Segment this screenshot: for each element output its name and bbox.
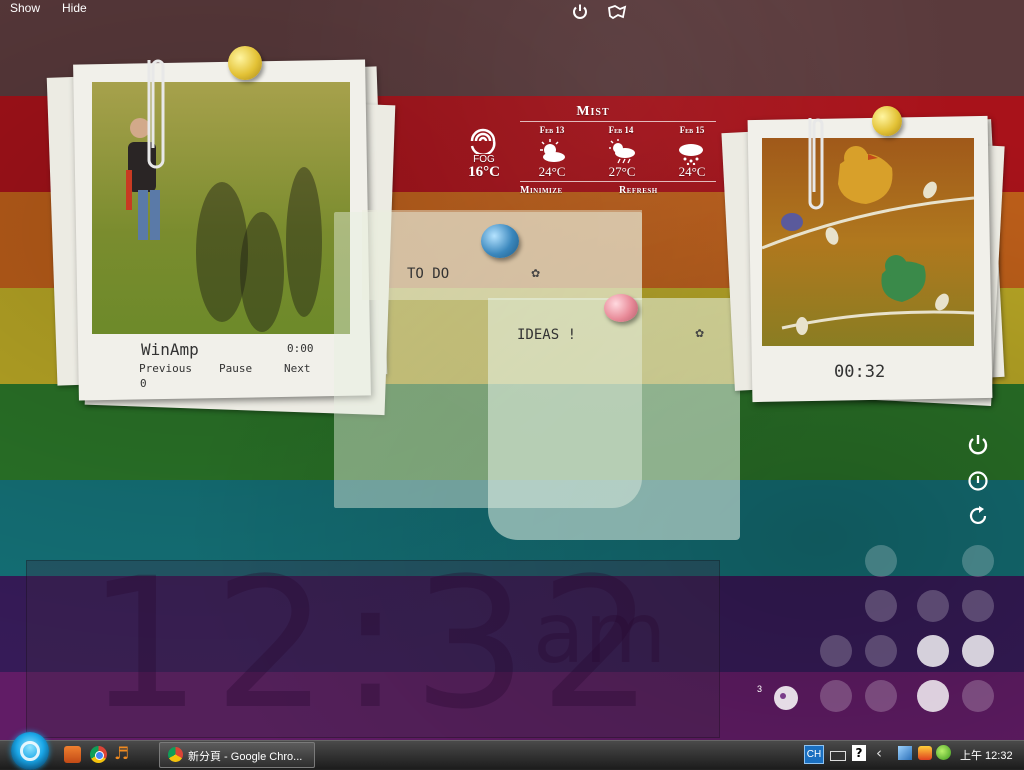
pushpin-icon [228, 46, 262, 80]
forecast-date: Feb 13 [539, 125, 565, 135]
refresh-button[interactable]: Refresh [619, 185, 658, 196]
network-icon[interactable] [898, 746, 912, 760]
winamp-title: WinAmp [141, 340, 199, 359]
next-button[interactable]: Next [284, 362, 311, 375]
chrome-center [95, 751, 104, 760]
weather-location: Mist [576, 104, 610, 119]
forecast-temp: 27°C [608, 164, 636, 179]
launcher-dot[interactable] [962, 635, 994, 667]
pushpin-icon [481, 224, 519, 258]
bird-image [762, 138, 974, 346]
previous-button[interactable]: Previous [139, 362, 192, 375]
partly-sunny-icon [537, 139, 567, 167]
tray-expand-icon[interactable]: ‹ [876, 744, 882, 762]
paperclip-icon [143, 52, 169, 174]
launcher-dot[interactable] [962, 680, 994, 712]
pause-button[interactable]: Pause [219, 362, 252, 375]
weather-divider [520, 181, 716, 182]
messenger-icon[interactable] [936, 745, 951, 760]
todo-title: TO DO [407, 266, 450, 282]
photo-image [92, 82, 350, 334]
launcher-dot[interactable] [917, 590, 949, 622]
taskbar-window-chrome[interactable]: 新分頁 - Google Chro... [159, 742, 315, 768]
forecast-temp: 24°C [678, 164, 706, 179]
map-icon[interactable] [607, 4, 627, 24]
forecast-date: Feb 15 [679, 125, 705, 135]
ideas-title: IDEAS ! [517, 327, 577, 343]
clock-ampm: am [533, 584, 667, 682]
flower-icon: ✿ [695, 327, 705, 340]
forecast-temp: 24°C [538, 164, 566, 179]
security-icon[interactable] [918, 746, 932, 760]
paperclip-icon [805, 112, 827, 216]
launcher-dot[interactable] [820, 635, 852, 667]
minimize-button[interactable]: Minimize [520, 185, 563, 196]
folder-stack-icon[interactable] [64, 746, 81, 763]
launcher-dot[interactable] [820, 680, 852, 712]
flower-icon: ✿ [531, 267, 541, 280]
current-temp: 16°C [468, 164, 500, 180]
start-orb[interactable] [11, 732, 49, 770]
refresh-icon[interactable] [967, 505, 989, 531]
launcher-dot[interactable] [865, 590, 897, 622]
winamp-time: 0:00 [287, 342, 314, 355]
launcher-dot[interactable] [917, 680, 949, 712]
clock-widget: 12:32 am [26, 555, 720, 738]
info-icon[interactable] [967, 470, 989, 496]
taskbar: ♬ 新分頁 - Google Chro... CH ? ‹ 上午 12:32 [0, 732, 1024, 770]
launcher-dot[interactable] [917, 635, 949, 667]
keyboard-icon[interactable] [830, 751, 846, 761]
language-indicator[interactable]: CH [804, 745, 824, 764]
hide-button[interactable]: Hide [62, 1, 87, 15]
help-icon[interactable]: ? [852, 745, 866, 761]
weather-divider [520, 121, 716, 122]
forecast-date: Feb 14 [608, 125, 634, 135]
chrome-icon[interactable] [90, 746, 107, 763]
window-title: 新分頁 - Google Chro... [188, 751, 303, 763]
launcher-dot[interactable] [962, 590, 994, 622]
launcher-dot[interactable] [865, 680, 897, 712]
pushpin-icon [604, 294, 638, 322]
music-icon[interactable]: ♬ [114, 744, 129, 764]
bird-timer: 00:32 [834, 362, 886, 382]
pushpin-icon [872, 106, 902, 136]
start-orb-ring [20, 741, 40, 761]
launcher-badge: 3 [757, 684, 763, 694]
power-icon[interactable] [571, 3, 589, 25]
taskbar-clock[interactable]: 上午 12:32 [960, 747, 1013, 763]
power-icon[interactable] [966, 433, 990, 461]
track-number: 0 [140, 377, 147, 390]
toggle-knob [780, 693, 786, 699]
show-button[interactable]: Show [10, 1, 40, 15]
launcher-toggle[interactable] [774, 686, 798, 710]
launcher-dot[interactable] [865, 545, 897, 577]
launcher-dot[interactable] [865, 635, 897, 667]
chrome-icon [168, 747, 183, 762]
launcher-dot[interactable] [962, 545, 994, 577]
